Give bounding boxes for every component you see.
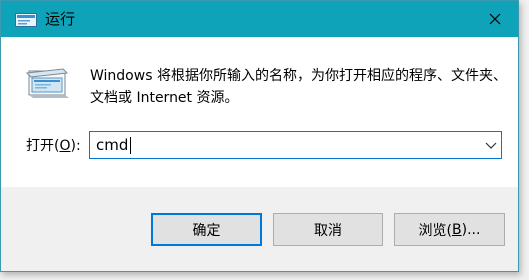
- dialog-body: Windows 将根据你所输入的名称，为你打开相应的程序、文件夹、文档或 Int…: [1, 37, 518, 187]
- close-icon: [489, 13, 501, 25]
- window-title: 运行: [45, 10, 76, 28]
- run-icon: [15, 13, 37, 27]
- chevron-down-icon[interactable]: [485, 140, 497, 150]
- cancel-button[interactable]: 取消: [273, 213, 383, 246]
- ok-button[interactable]: 确定: [151, 213, 262, 246]
- open-label: 打开(O):: [26, 138, 81, 154]
- button-bar: 确定 取消 浏览(B)...: [1, 187, 518, 271]
- run-program-icon: [25, 68, 69, 98]
- browse-button[interactable]: 浏览(B)...: [394, 213, 505, 246]
- description-text: Windows 将根据你所输入的名称，为你打开相应的程序、文件夹、文档或 Int…: [90, 68, 507, 106]
- text-caret: [130, 137, 131, 154]
- run-dialog: 运行 Windows 将根据你所输入的名称，为你打开相应的程序、文件夹、文档或 …: [0, 0, 519, 272]
- close-button[interactable]: [472, 1, 518, 37]
- open-combobox[interactable]: [89, 131, 502, 159]
- title-bar[interactable]: 运行: [1, 1, 518, 37]
- command-input[interactable]: [96, 136, 466, 154]
